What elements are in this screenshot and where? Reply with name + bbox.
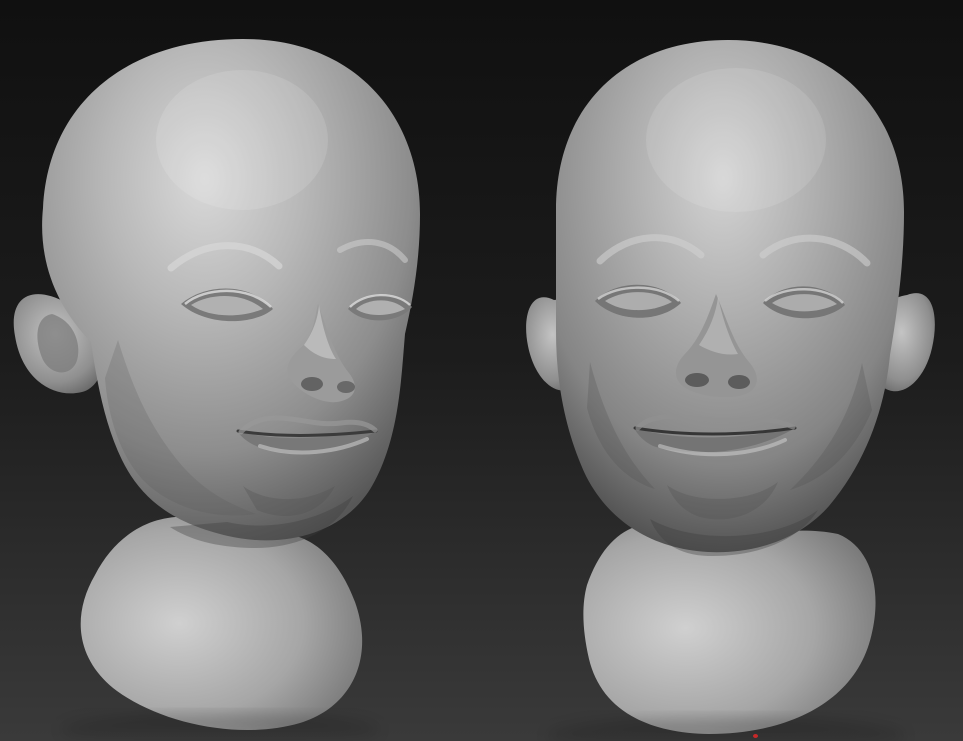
sculpt-canvas (13, 39, 935, 741)
right-head-sculpt (526, 40, 935, 734)
right-neck-ground-shadow (546, 718, 906, 741)
left-head-sculpt (13, 39, 420, 731)
sculpt-viewport (0, 0, 963, 741)
right-forehead-highlight (646, 68, 826, 212)
left-forehead-highlight (156, 70, 328, 210)
left-neck (80, 516, 363, 731)
status-marker (753, 734, 758, 738)
left-neck-ground-shadow (60, 714, 380, 741)
